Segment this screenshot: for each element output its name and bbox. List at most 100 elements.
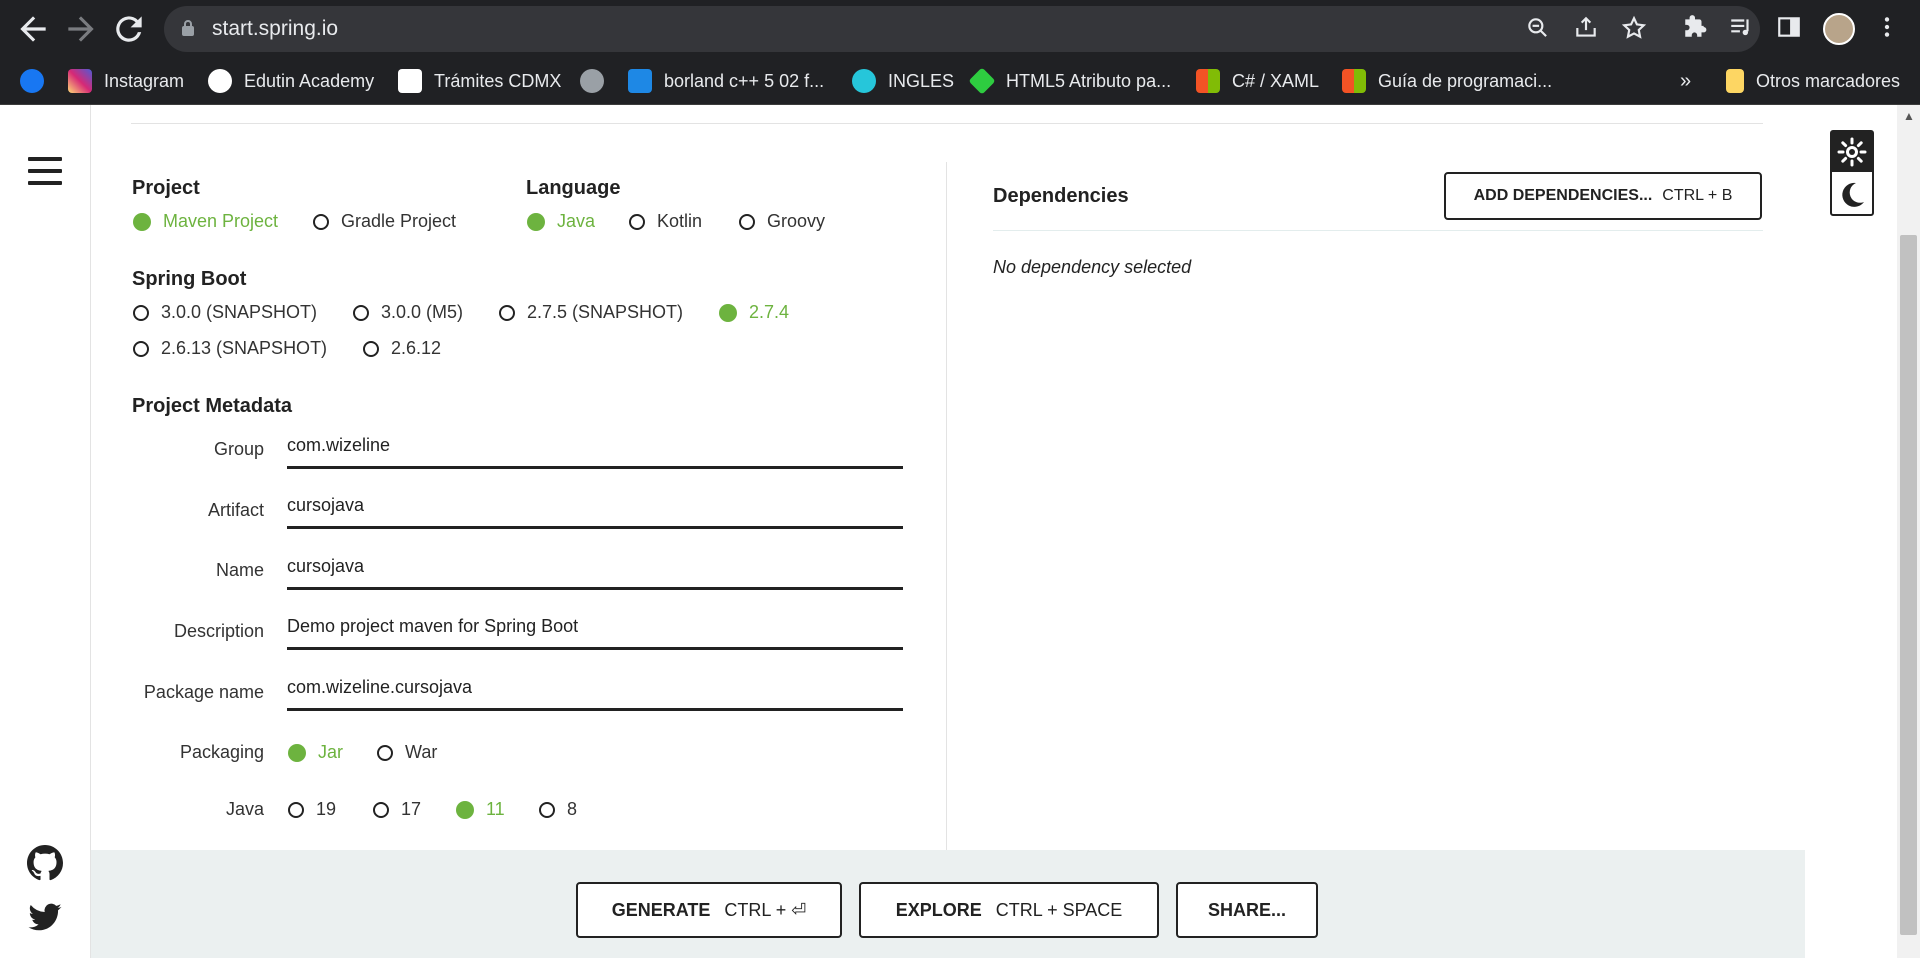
package-name-input[interactable] — [287, 677, 903, 698]
page-viewport: Project Maven Project Gradle Project Lan… — [0, 105, 1920, 958]
name-field[interactable] — [287, 544, 903, 590]
bookmark-instagram[interactable]: Instagram — [68, 58, 184, 104]
radio-selected-icon — [719, 303, 737, 322]
radio-icon — [377, 744, 393, 761]
radio-kotlin[interactable]: Kotlin — [629, 211, 702, 232]
bookmark-guia[interactable]: Guía de programaci... — [1342, 58, 1552, 104]
address-bar[interactable]: start.spring.io — [164, 6, 1760, 52]
radio-java-11[interactable]: 11 — [456, 799, 505, 820]
bookmark-ingles[interactable]: INGLES — [852, 58, 954, 104]
extensions-icon[interactable] — [1680, 14, 1710, 44]
add-dependencies-button[interactable]: ADD DEPENDENCIES... CTRL + B — [1444, 172, 1762, 220]
radio-java-8[interactable]: 8 — [539, 799, 577, 820]
bookmark-facebook[interactable] — [20, 58, 44, 104]
dark-theme-moon-icon[interactable] — [1832, 174, 1872, 214]
url-text[interactable]: start.spring.io — [212, 17, 338, 41]
radio-java[interactable]: Java — [527, 211, 595, 232]
description-field[interactable] — [287, 604, 903, 650]
artifact-input[interactable] — [287, 495, 903, 516]
back-icon[interactable] — [14, 10, 52, 48]
group-input[interactable] — [287, 435, 903, 456]
bookmark-edutin[interactable]: Edutin Academy — [208, 58, 374, 104]
edutin-icon — [208, 69, 232, 93]
spring-boot-heading: Spring Boot — [132, 268, 247, 290]
dependencies-heading: Dependencies — [993, 185, 1129, 207]
radio-icon — [353, 304, 369, 321]
dependencies-divider — [993, 230, 1763, 231]
other-bookmarks[interactable]: Otros marcadores — [1726, 58, 1900, 104]
radio-icon — [499, 304, 515, 321]
generate-button[interactable]: GENERATE CTRL + ⏎ — [576, 882, 842, 938]
bookmark-globe[interactable] — [580, 58, 604, 104]
no-dependency-text: No dependency selected — [993, 257, 1192, 277]
radio-icon — [539, 801, 555, 818]
theme-toggle — [1830, 130, 1874, 216]
lock-icon — [182, 20, 194, 36]
share-page-icon[interactable] — [1572, 15, 1600, 43]
radio-icon — [363, 340, 379, 357]
action-footer: GENERATE CTRL + ⏎ EXPLORE CTRL + SPACE S… — [91, 850, 1805, 958]
share-button[interactable]: SHARE... — [1176, 882, 1318, 938]
radio-boot-2-7-4[interactable]: 2.7.4 — [719, 302, 789, 323]
description-input[interactable] — [287, 616, 903, 637]
twitter-icon[interactable] — [27, 900, 63, 936]
bookmarks-bar: Instagram Edutin Academy Trámites CDMX b… — [0, 58, 1920, 105]
radio-icon — [739, 213, 755, 230]
menu-kebab-icon[interactable] — [1872, 14, 1902, 44]
microsoft-icon — [1196, 69, 1220, 93]
bookmark-star-icon[interactable] — [1620, 15, 1648, 43]
radio-selected-icon — [133, 212, 151, 231]
radio-groovy[interactable]: Groovy — [739, 211, 825, 232]
radio-icon — [313, 213, 329, 230]
radio-gradle-project[interactable]: Gradle Project — [313, 211, 456, 232]
globe-icon — [580, 69, 604, 93]
group-label: Group — [213, 439, 264, 459]
radio-icon — [133, 340, 149, 357]
facebook-icon — [20, 69, 44, 93]
microsoft-icon — [1342, 69, 1366, 93]
light-theme-sun-icon[interactable] — [1832, 132, 1872, 172]
radio-selected-icon — [456, 800, 474, 819]
media-control-icon[interactable] — [1726, 14, 1756, 44]
borland-icon — [628, 69, 652, 93]
bookmarks-overflow[interactable]: » — [1680, 58, 1691, 104]
radio-maven-project[interactable]: Maven Project — [133, 211, 278, 232]
radio-icon — [373, 801, 389, 818]
scroll-up-arrow-icon[interactable]: ▲ — [1903, 109, 1915, 123]
hamburger-menu-icon[interactable] — [28, 157, 62, 185]
radio-java-19[interactable]: 19 — [288, 799, 336, 820]
package-name-field[interactable] — [287, 665, 903, 711]
bookmark-tramites[interactable]: Trámites CDMX — [398, 58, 561, 104]
reload-icon[interactable] — [110, 10, 148, 48]
bookmark-borland[interactable]: borland c++ 5 02 f... — [628, 58, 824, 104]
radio-boot-3-0-0-m5[interactable]: 3.0.0 (M5) — [353, 302, 463, 323]
group-field[interactable] — [287, 423, 903, 469]
package-name-label: Package name — [143, 682, 264, 702]
name-input[interactable] — [287, 556, 903, 577]
packaging-label: Packaging — [179, 742, 264, 762]
radio-java-17[interactable]: 17 — [373, 799, 421, 820]
radio-boot-3-0-0-snapshot[interactable]: 3.0.0 (SNAPSHOT) — [133, 302, 317, 323]
bookmark-csharp[interactable]: C# / XAML — [1196, 58, 1319, 104]
github-icon[interactable] — [27, 845, 63, 881]
ingles-icon — [852, 69, 876, 93]
bookmark-html5[interactable]: HTML5 Atributo pa... — [968, 58, 1171, 104]
profile-avatar[interactable] — [1823, 13, 1855, 45]
radio-boot-2-6-12[interactable]: 2.6.12 — [363, 338, 441, 359]
left-sidebar — [0, 105, 91, 958]
radio-selected-icon — [527, 212, 545, 231]
side-panel-icon[interactable] — [1774, 14, 1804, 44]
radio-icon — [629, 213, 645, 230]
radio-boot-2-7-5-snapshot[interactable]: 2.7.5 (SNAPSHOT) — [499, 302, 683, 323]
language-heading: Language — [526, 177, 621, 199]
radio-boot-2-6-13-snapshot[interactable]: 2.6.13 (SNAPSHOT) — [133, 338, 327, 359]
zoom-icon[interactable] — [1524, 15, 1552, 43]
project-metadata-heading: Project Metadata — [132, 395, 293, 417]
radio-war[interactable]: War — [377, 742, 437, 763]
scrollbar-thumb[interactable] — [1900, 235, 1917, 935]
radio-jar[interactable]: Jar — [288, 742, 343, 763]
forward-icon[interactable] — [62, 10, 100, 48]
column-divider — [946, 162, 947, 852]
artifact-field[interactable] — [287, 483, 903, 529]
explore-button[interactable]: EXPLORE CTRL + SPACE — [859, 882, 1159, 938]
